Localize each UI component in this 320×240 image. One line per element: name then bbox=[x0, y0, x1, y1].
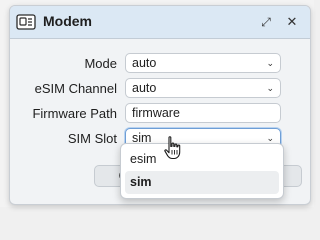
firmware-path-label: Firmware Path bbox=[32, 106, 117, 121]
mode-select[interactable]: auto ⌄ bbox=[125, 53, 281, 73]
sim-slot-dropdown-list: esim sim bbox=[120, 143, 284, 199]
mode-value: auto bbox=[132, 56, 157, 70]
restore-icon[interactable]: ⤢ bbox=[258, 14, 274, 30]
esim-channel-row: eSIM Channel auto ⌄ bbox=[10, 78, 310, 100]
esim-channel-value: auto bbox=[132, 81, 157, 95]
hand-pointer-icon bbox=[164, 136, 181, 160]
sim-slot-label: SIM Slot bbox=[67, 131, 117, 146]
dropdown-option-sim[interactable]: sim bbox=[125, 171, 279, 194]
mode-label: Mode bbox=[84, 56, 117, 71]
firmware-path-row: Firmware Path firmware bbox=[10, 103, 310, 125]
dropdown-option-esim[interactable]: esim bbox=[125, 148, 279, 171]
mode-row: Mode auto ⌄ bbox=[10, 53, 310, 75]
esim-channel-label: eSIM Channel bbox=[34, 81, 117, 96]
close-icon[interactable]: ✕ bbox=[284, 14, 300, 30]
title-bar: Modem ⤢ ✕ bbox=[10, 6, 310, 39]
firmware-path-value: firmware bbox=[132, 106, 180, 120]
chevron-down-icon: ⌄ bbox=[266, 58, 274, 68]
chevron-down-icon: ⌄ bbox=[266, 83, 274, 93]
firmware-path-input[interactable]: firmware bbox=[125, 103, 281, 123]
modem-window-icon bbox=[16, 14, 36, 30]
window-title: Modem bbox=[43, 13, 92, 29]
esim-channel-select[interactable]: auto ⌄ bbox=[125, 78, 281, 98]
